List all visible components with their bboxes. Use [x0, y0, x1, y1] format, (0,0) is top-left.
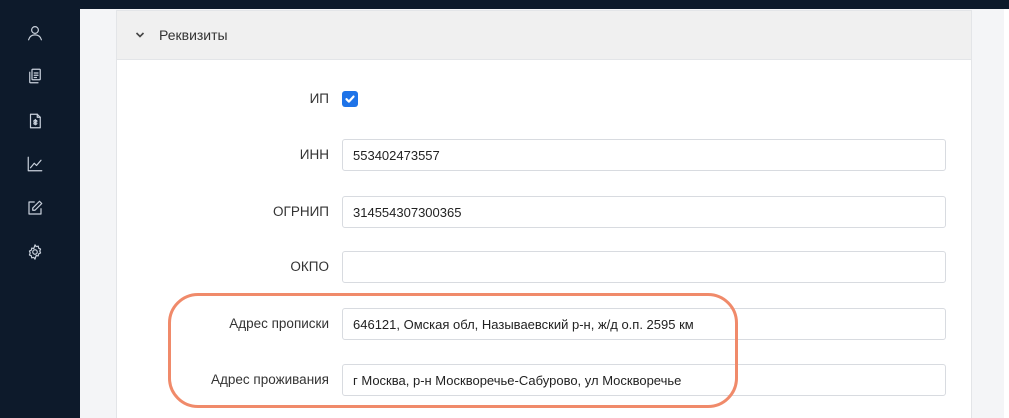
requisites-panel-header[interactable]: Реквизиты	[117, 11, 971, 60]
ogrnip-input[interactable]	[342, 196, 946, 228]
chevron-down-icon[interactable]	[133, 28, 147, 42]
okpo-input[interactable]	[342, 251, 946, 283]
documents-icon[interactable]	[24, 65, 46, 87]
ip-label: ИП	[309, 91, 329, 106]
live-address-label: Адрес проживания	[211, 372, 329, 387]
okpo-label: ОКПО	[290, 259, 329, 274]
gear-icon[interactable]	[24, 241, 46, 263]
panel-title: Реквизиты	[159, 27, 228, 43]
reg-address-input[interactable]	[342, 308, 946, 340]
sidebar	[0, 0, 80, 418]
chart-icon[interactable]	[24, 153, 46, 175]
inn-label: ИНН	[299, 147, 329, 162]
user-icon[interactable]	[24, 22, 46, 44]
top-bar	[80, 0, 1009, 9]
inn-input[interactable]	[342, 139, 946, 171]
live-address-input[interactable]	[342, 364, 946, 396]
ogrnip-label: ОГРНИП	[273, 204, 329, 219]
invoice-icon[interactable]	[24, 110, 46, 132]
scroll-edge	[1004, 9, 1009, 418]
edit-icon[interactable]	[24, 197, 46, 219]
reg-address-label: Адрес прописки	[229, 316, 329, 331]
ip-checkbox[interactable]	[342, 91, 358, 107]
check-icon	[345, 95, 355, 103]
